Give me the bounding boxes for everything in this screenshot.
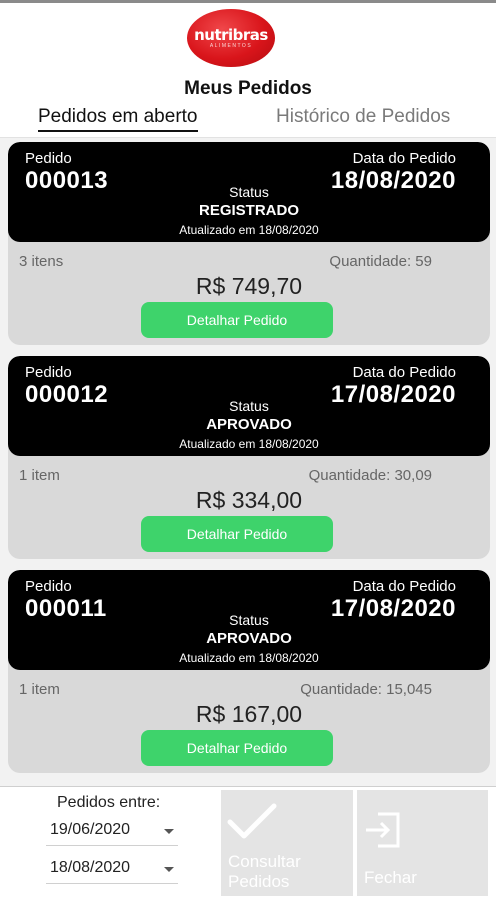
- page-title: Meus Pedidos: [184, 78, 312, 99]
- consult-orders-button[interactable]: Consultar Pedidos: [221, 790, 353, 896]
- close-label: Fechar: [364, 868, 417, 887]
- order-number-label: Pedido: [25, 364, 72, 381]
- status-value: APROVADO: [206, 630, 292, 647]
- detail-order-button[interactable]: Detalhar Pedido: [141, 516, 333, 552]
- order-item-count: 3 itens: [19, 253, 64, 270]
- status-value: REGISTRADO: [198, 202, 299, 219]
- chevron-down-icon: [164, 829, 174, 834]
- start-date-select[interactable]: 19/06/2020: [46, 816, 178, 846]
- order-quantity: Quantidade: 59: [329, 253, 432, 270]
- order-card-header: Pedido 000013 Data do Pedido 18/08/2020 …: [8, 142, 490, 242]
- footer-divider: [0, 786, 496, 787]
- order-number-label: Pedido: [25, 578, 72, 595]
- chevron-down-icon: [164, 867, 174, 872]
- consult-orders-label: Consultar Pedidos: [228, 852, 301, 891]
- order-number-label: Pedido: [25, 150, 72, 167]
- order-card: Pedido 000012 Data do Pedido 17/08/2020 …: [8, 356, 490, 559]
- tab-order-history[interactable]: Histórico de Pedidos: [276, 106, 450, 132]
- status-label: Status: [229, 398, 269, 414]
- order-item-count: 1 item: [19, 681, 60, 698]
- order-card-header: Pedido 000012 Data do Pedido 17/08/2020 …: [8, 356, 490, 456]
- end-date-value: 18/08/2020: [50, 859, 131, 876]
- end-date-select[interactable]: 18/08/2020: [46, 854, 178, 884]
- status-label: Status: [229, 184, 269, 200]
- close-button[interactable]: Fechar: [357, 790, 488, 896]
- logo-text: nutribras: [194, 25, 268, 44]
- orders-list[interactable]: Pedido 000013 Data do Pedido 18/08/2020 …: [0, 138, 496, 786]
- order-quantity: Quantidade: 30,09: [308, 467, 432, 484]
- status-updated: Atualizado em 18/08/2020: [179, 651, 319, 665]
- logo-subtext: ALIMENTOS: [209, 42, 253, 49]
- exit-icon: [366, 812, 400, 848]
- start-date-value: 19/06/2020: [50, 821, 131, 838]
- order-card: Pedido 000011 Data do Pedido 17/08/2020 …: [8, 570, 490, 773]
- status-updated: Atualizado em 18/08/2020: [179, 437, 319, 451]
- filter-footer: Pedidos entre: 19/06/2020 18/08/2020 Con…: [0, 786, 496, 900]
- order-date-label: Data do Pedido: [352, 364, 456, 381]
- detail-order-button[interactable]: Detalhar Pedido: [141, 302, 333, 338]
- status-label: Status: [229, 612, 269, 628]
- order-date-label: Data do Pedido: [352, 150, 456, 167]
- nutribras-logo: nutribras ALIMENTOS: [187, 9, 275, 67]
- status-updated: Atualizado em 18/08/2020: [179, 223, 319, 237]
- order-quantity: Quantidade: 15,045: [300, 681, 432, 698]
- order-date-label: Data do Pedido: [352, 578, 456, 595]
- top-border: [0, 0, 496, 3]
- order-card: Pedido 000013 Data do Pedido 18/08/2020 …: [8, 142, 490, 345]
- tab-open-orders[interactable]: Pedidos em aberto: [38, 106, 198, 132]
- order-total: R$ 334,00: [195, 487, 303, 513]
- order-card-header: Pedido 000011 Data do Pedido 17/08/2020 …: [8, 570, 490, 670]
- detail-order-button[interactable]: Detalhar Pedido: [141, 730, 333, 766]
- checkmark-icon: [227, 803, 277, 839]
- status-value: APROVADO: [206, 416, 292, 433]
- date-range-label: Pedidos entre:: [57, 794, 161, 811]
- order-item-count: 1 item: [19, 467, 60, 484]
- order-total: R$ 167,00: [195, 701, 303, 727]
- order-total: R$ 749,70: [195, 273, 303, 299]
